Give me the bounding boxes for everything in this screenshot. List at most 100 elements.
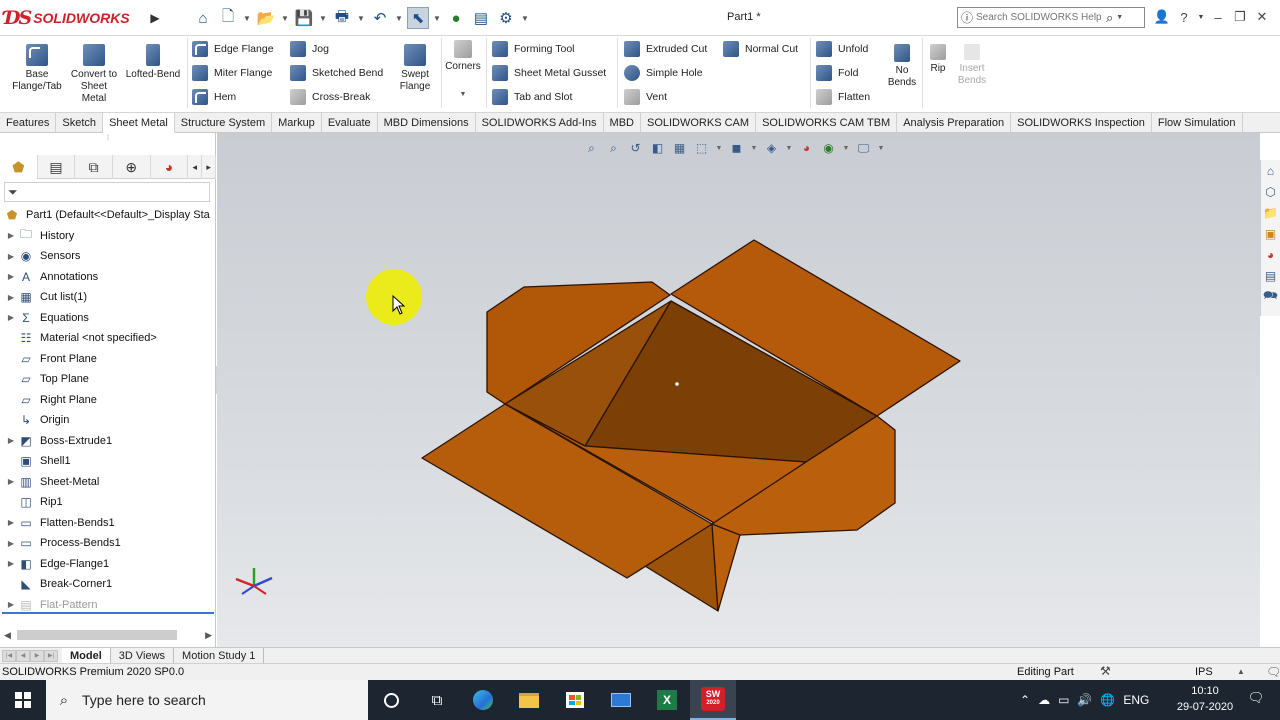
panel-grip[interactable]: ⁝ — [0, 133, 216, 155]
tab-flow-simulation[interactable]: Flow Simulation — [1152, 113, 1243, 133]
edge-flange-button[interactable]: Edge Flange — [192, 39, 274, 59]
base-flange-button[interactable]: Base Flange/Tab — [8, 44, 66, 93]
section-view-icon[interactable]: ◧ — [649, 140, 666, 157]
extruded-cut-button[interactable]: Extruded Cut — [624, 39, 707, 59]
file-properties-icon[interactable]: ▤ — [470, 7, 492, 29]
expand-arrow-icon[interactable]: ▶ — [4, 559, 18, 568]
tab-evaluate[interactable]: Evaluate — [322, 113, 378, 133]
undo-icon[interactable]: ↶ — [369, 7, 391, 29]
view-orientation-dropdown-icon[interactable]: ▼ — [715, 140, 723, 157]
solidworks-forum-icon[interactable]: 🗪 — [1262, 288, 1279, 305]
tree-item-shell1[interactable]: ▣ Shell1 — [0, 451, 216, 472]
bottom-tab-model[interactable]: Model — [62, 647, 111, 664]
custom-properties-icon[interactable]: ▤ — [1262, 267, 1279, 284]
tree-item-sheet-metal[interactable]: ▶ ▥ Sheet-Metal — [0, 472, 216, 493]
view-settings-dropdown-icon[interactable]: ▼ — [877, 140, 885, 157]
tree-item-cut-list-1[interactable]: ▶ ▦ Cut list(1) — [0, 287, 216, 308]
convert-to-sheet-metal-button[interactable]: Convert to Sheet Metal — [68, 44, 120, 105]
tab-markup[interactable]: Markup — [272, 113, 322, 133]
view-settings-icon[interactable]: 🖵 — [855, 140, 872, 157]
previous-view-icon[interactable]: ↺ — [627, 140, 644, 157]
swept-flange-button[interactable]: Swept Flange — [392, 44, 438, 93]
unit-system[interactable]: IPS — [1195, 666, 1213, 678]
open-dropdown-icon[interactable]: ▼ — [280, 7, 290, 29]
tabs-scroll-left-icon[interactable]: ◂ — [188, 155, 203, 179]
rip-button[interactable]: Rip — [924, 44, 952, 75]
simple-hole-button[interactable]: Simple Hole — [624, 63, 703, 83]
show-hidden-icons-icon[interactable]: ⌃ — [1020, 693, 1030, 707]
tab-solidworks-inspection[interactable]: SOLIDWORKS Inspection — [1011, 113, 1152, 133]
print-icon[interactable]: 🖶 — [331, 7, 353, 29]
corners-dropdown-icon[interactable]: ▼ — [460, 89, 467, 101]
onedrive-cloud-icon[interactable]: ☁ — [1038, 693, 1050, 707]
system-clock[interactable]: 10:10 29-07-2020 — [1172, 683, 1238, 715]
scroll-right-icon[interactable]: ▶ — [205, 630, 212, 641]
help-search-input[interactable] — [976, 12, 1106, 23]
task-view-icon[interactable]: ⧉ — [414, 680, 460, 720]
dynamic-annotation-icon[interactable]: ▦ — [671, 140, 688, 157]
help-question-icon[interactable]: ? — [1174, 6, 1194, 28]
new-dropdown-icon[interactable]: ▼ — [242, 7, 252, 29]
solidworks-logo[interactable]: ƊS SOLIDWORKS — [4, 6, 144, 30]
windows-start-button[interactable] — [0, 680, 46, 720]
flatten-button[interactable]: Flatten — [816, 87, 870, 107]
tab-solidworks-add-ins[interactable]: SOLIDWORKS Add-Ins — [476, 113, 604, 133]
file-explorer-taskbar-icon[interactable] — [506, 680, 552, 720]
apply-scene-dropdown-icon[interactable]: ▼ — [842, 140, 850, 157]
tree-item-origin[interactable]: ↳ Origin — [0, 410, 216, 431]
tree-item-boss-extrude1[interactable]: ▶ ◩ Boss-Extrude1 — [0, 431, 216, 452]
tree-item-rip1[interactable]: ◫ Rip1 — [0, 492, 216, 513]
tabs-scroll-right-icon[interactable]: ▸ — [202, 155, 217, 179]
status-bar-message-icon[interactable]: 🗨 — [1266, 665, 1280, 679]
zoom-to-fit-icon[interactable]: ⌕ — [583, 140, 600, 157]
expand-arrow-icon[interactable]: ▶ — [4, 600, 18, 609]
new-document-icon[interactable]: 🗋 — [217, 7, 239, 29]
expand-arrow-icon[interactable]: ▶ — [4, 518, 18, 527]
select-dropdown-icon[interactable]: ▼ — [432, 7, 442, 29]
close-icon[interactable]: ✕ — [1252, 6, 1272, 28]
minimize-icon[interactable]: – — [1208, 6, 1228, 28]
tree-item-material-not-specified[interactable]: ☷ Material <not specified> — [0, 328, 216, 349]
scroll-left-icon[interactable]: ◀ — [4, 630, 11, 641]
tree-item-edge-flange1[interactable]: ▶ ◧ Edge-Flange1 — [0, 554, 216, 575]
tab-mbd[interactable]: MBD — [604, 113, 641, 133]
unit-system-dropdown-icon[interactable]: ▲ — [1237, 667, 1245, 676]
view-palette-icon[interactable]: ▣ — [1262, 225, 1279, 242]
save-icon[interactable]: 💾 — [293, 7, 315, 29]
tab-mbd-dimensions[interactable]: MBD Dimensions — [378, 113, 476, 133]
jog-button[interactable]: Jog — [290, 39, 329, 59]
prev-tab-icon[interactable]: ◀ — [16, 649, 30, 662]
tab-solidworks-cam-tbm[interactable]: SOLIDWORKS CAM TBM — [756, 113, 898, 133]
tab-structure-system[interactable]: Structure System — [175, 113, 273, 133]
edit-appearance-icon[interactable]: ◕ — [798, 140, 815, 157]
no-bends-button[interactable]: No Bends — [884, 44, 920, 89]
volume-icon[interactable]: 🔊 — [1077, 693, 1092, 707]
tree-filter[interactable]: ⏷ — [4, 182, 210, 202]
zoom-to-area-icon[interactable]: ⌕ — [605, 140, 622, 157]
feature-manager-tab-icon[interactable]: ⬟ — [0, 155, 38, 179]
tree-item-annotations[interactable]: ▶ A Annotations — [0, 267, 216, 288]
hide-show-items-icon[interactable]: ◈ — [763, 140, 780, 157]
graphics-area[interactable]: .e{stroke:#2a1300;stroke-width:1.3;strok… — [217, 133, 1260, 647]
tree-item-equations[interactable]: ▶ Σ Equations — [0, 308, 216, 329]
lofted-bend-button[interactable]: Lofted-Bend — [122, 44, 184, 81]
expand-arrow-icon[interactable]: ▶ — [4, 313, 18, 322]
apply-scene-icon[interactable]: ◉ — [820, 140, 837, 157]
network-globe-icon[interactable]: 🌐 — [1100, 693, 1115, 707]
tree-item-flatten-bends1[interactable]: ▶ ▭ Flatten-Bends1 — [0, 513, 216, 534]
options-dropdown-icon[interactable]: ▼ — [520, 7, 530, 29]
hem-button[interactable]: Hem — [192, 87, 236, 107]
panel-horizontal-scrollbar[interactable]: ◀ ▶ — [0, 627, 216, 643]
property-manager-tab-icon[interactable]: ▤ — [38, 155, 76, 179]
sketched-bend-button[interactable]: Sketched Bend — [290, 63, 383, 83]
expand-arrow-icon[interactable]: ▶ — [4, 477, 18, 486]
unfold-button[interactable]: Unfold — [816, 39, 868, 59]
tree-item-top-plane[interactable]: ▱ Top Plane — [0, 369, 216, 390]
edge-browser-icon[interactable] — [460, 680, 506, 720]
sheet-metal-box-model[interactable]: .e{stroke:#2a1300;stroke-width:1.3;strok… — [217, 133, 1260, 647]
view-orientation-icon[interactable]: ⬚ — [693, 140, 710, 157]
tree-item-right-plane[interactable]: ▱ Right Plane — [0, 390, 216, 411]
solidworks-taskbar-icon[interactable]: SW 2020 — [690, 680, 736, 720]
expand-arrow-icon[interactable]: ▶ — [4, 539, 18, 548]
cross-break-button[interactable]: Cross-Break — [290, 87, 370, 107]
